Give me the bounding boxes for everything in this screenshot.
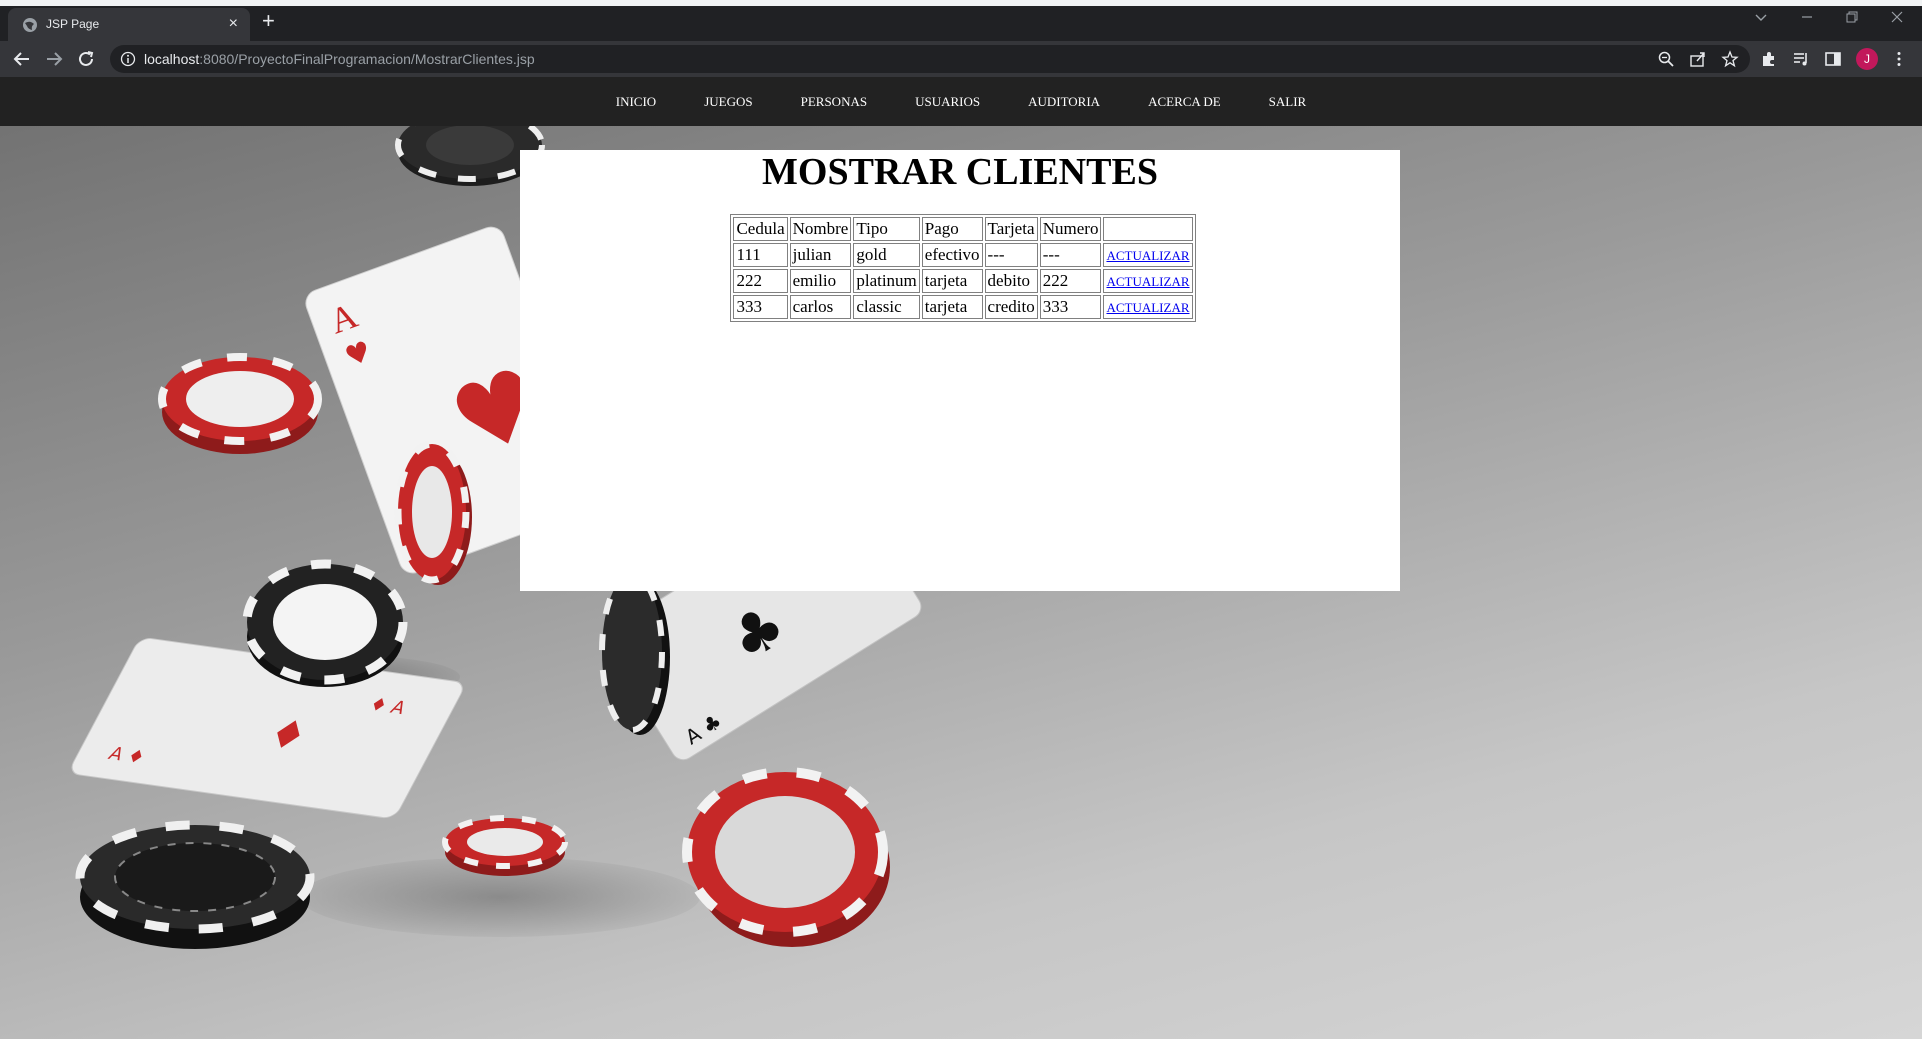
actualizar-link[interactable]: ACTUALIZAR <box>1106 300 1189 315</box>
red-chip-left <box>158 353 322 454</box>
table-wrapper: Cedula Nombre Tipo Pago Tarjeta Numero 111 juli… <box>526 214 1400 322</box>
page-viewport: A ♥ ♥ ♦ ♦ A A ♦ ♣ A ♣ ♣ <box>0 77 1922 1039</box>
black-chip-vertical <box>599 571 670 735</box>
page-title: MOSTRAR CLIENTES <box>762 151 1158 193</box>
actualizar-link[interactable]: ACTUALIZAR <box>1106 274 1189 289</box>
side-panel-icon[interactable] <box>1824 50 1842 68</box>
nav-link-acerca-de[interactable]: ACERCA DE <box>1148 94 1221 109</box>
table-cell: carlos <box>789 295 852 319</box>
column-header: Cedula <box>733 217 788 241</box>
table-cell: efectivo <box>921 243 983 267</box>
table-row: 333 carlos classic tarjeta credito 333 ACTUALI… <box>733 295 1193 319</box>
reload-icon[interactable] <box>75 48 97 70</box>
nav-link-personas[interactable]: PERSONAS <box>801 94 867 109</box>
url-path: :8080/ProyectoFinalProgramacion/MostrarC… <box>199 51 535 67</box>
new-tab-button[interactable]: + <box>262 10 275 32</box>
table-cell: gold <box>853 243 920 267</box>
table-cell: platinum <box>853 269 920 293</box>
table-cell: tarjeta <box>921 295 983 319</box>
table-cell: emilio <box>789 269 852 293</box>
table-cell: classic <box>853 295 920 319</box>
nav-item: JUEGOS <box>680 93 776 111</box>
table-cell: tarjeta <box>921 269 983 293</box>
address-bar[interactable]: localhost:8080/ProyectoFinalProgramacion… <box>110 45 1750 73</box>
table-cell: julian <box>789 243 852 267</box>
profile-avatar[interactable]: J <box>1856 48 1878 70</box>
table-cell-action: ACTUALIZAR <box>1103 243 1193 267</box>
browser-toolbar: localhost:8080/ProyectoFinalProgramacion… <box>0 41 1922 77</box>
extensions-puzzle-icon[interactable] <box>1760 50 1778 68</box>
content-panel: MOSTRAR CLIENTES Cedula Nombre Tipo Pago Tar… <box>520 150 1400 591</box>
close-window-icon[interactable] <box>1890 10 1904 24</box>
column-header: Tarjeta <box>984 217 1038 241</box>
window-top-border <box>0 0 1922 6</box>
table-cell: 222 <box>1039 269 1102 293</box>
nav-item: ACERCA DE <box>1124 93 1245 111</box>
red-chip-large <box>682 767 890 947</box>
column-header: Numero <box>1039 217 1102 241</box>
table-row: 222 emilio platinum tarjeta debito 222 ACTUALI… <box>733 269 1193 293</box>
bookmark-star-icon[interactable] <box>1721 50 1739 68</box>
browser-tabstrip: JSP Page × + <box>0 0 1922 41</box>
black-chip-bottom-left <box>75 820 315 949</box>
column-header: Tipo <box>853 217 920 241</box>
globe-icon <box>23 18 37 32</box>
site-info-icon[interactable] <box>120 51 136 67</box>
red-chip-small <box>442 815 568 876</box>
nav-item: INICIO <box>592 93 680 111</box>
browser-tab[interactable]: JSP Page × <box>8 8 250 41</box>
close-tab-icon[interactable]: × <box>229 14 238 34</box>
nav-item: PERSONAS <box>777 93 891 111</box>
url-text: localhost:8080/ProyectoFinalProgramacion… <box>144 51 535 67</box>
column-header: Nombre <box>789 217 852 241</box>
table-cell: credito <box>984 295 1038 319</box>
zoom-icon[interactable] <box>1657 50 1675 68</box>
nav-link-inicio[interactable]: INICIO <box>616 94 656 109</box>
column-header: Pago <box>921 217 983 241</box>
back-arrow-icon[interactable] <box>11 48 33 70</box>
url-host: localhost <box>144 51 200 67</box>
site-navigation: INICIO JUEGOS PERSONAS USUARIOS AUDITORIA ACE… <box>0 77 1922 126</box>
nav-link-usuarios[interactable]: USUARIOS <box>915 94 980 109</box>
table-cell: 111 <box>733 243 788 267</box>
table-cell-action: ACTUALIZAR <box>1103 295 1193 319</box>
kebab-menu-icon[interactable] <box>1890 50 1908 68</box>
restore-icon[interactable] <box>1845 10 1859 24</box>
nav-item: AUDITORIA <box>1004 93 1124 111</box>
nav-link-juegos[interactable]: JUEGOS <box>704 94 752 109</box>
table-cell: 222 <box>733 269 788 293</box>
actualizar-link[interactable]: ACTUALIZAR <box>1106 248 1189 263</box>
table-row: 111 julian gold efectivo --- --- ACTUALIZAR <box>733 243 1193 267</box>
minimize-icon[interactable] <box>1800 10 1814 24</box>
share-icon[interactable] <box>1689 50 1707 68</box>
clients-table-body: Cedula Nombre Tipo Pago Tarjeta Numero 111 juli… <box>733 217 1193 319</box>
tab-search-icon[interactable] <box>1754 10 1768 24</box>
nav-link-salir[interactable]: SALIR <box>1269 94 1307 109</box>
table-header-row: Cedula Nombre Tipo Pago Tarjeta Numero <box>733 217 1193 241</box>
table-cell: 333 <box>733 295 788 319</box>
tab-title: JSP Page <box>46 17 100 31</box>
table-cell-action: ACTUALIZAR <box>1103 269 1193 293</box>
table-cell: --- <box>984 243 1038 267</box>
forward-arrow-icon[interactable] <box>43 48 65 70</box>
black-chip-middle <box>242 559 408 687</box>
table-cell: debito <box>984 269 1038 293</box>
media-controls-icon[interactable] <box>1792 50 1810 68</box>
nav-item: USUARIOS <box>891 93 1004 111</box>
nav-link-auditoria[interactable]: AUDITORIA <box>1028 94 1100 109</box>
table-cell: 333 <box>1039 295 1102 319</box>
nav-list: INICIO JUEGOS PERSONAS USUARIOS AUDITORIA ACE… <box>0 77 1922 126</box>
clients-table: Cedula Nombre Tipo Pago Tarjeta Numero 111 juli… <box>730 214 1196 322</box>
table-cell: --- <box>1039 243 1102 267</box>
nav-item: SALIR <box>1245 93 1331 111</box>
column-header-action <box>1103 217 1193 241</box>
